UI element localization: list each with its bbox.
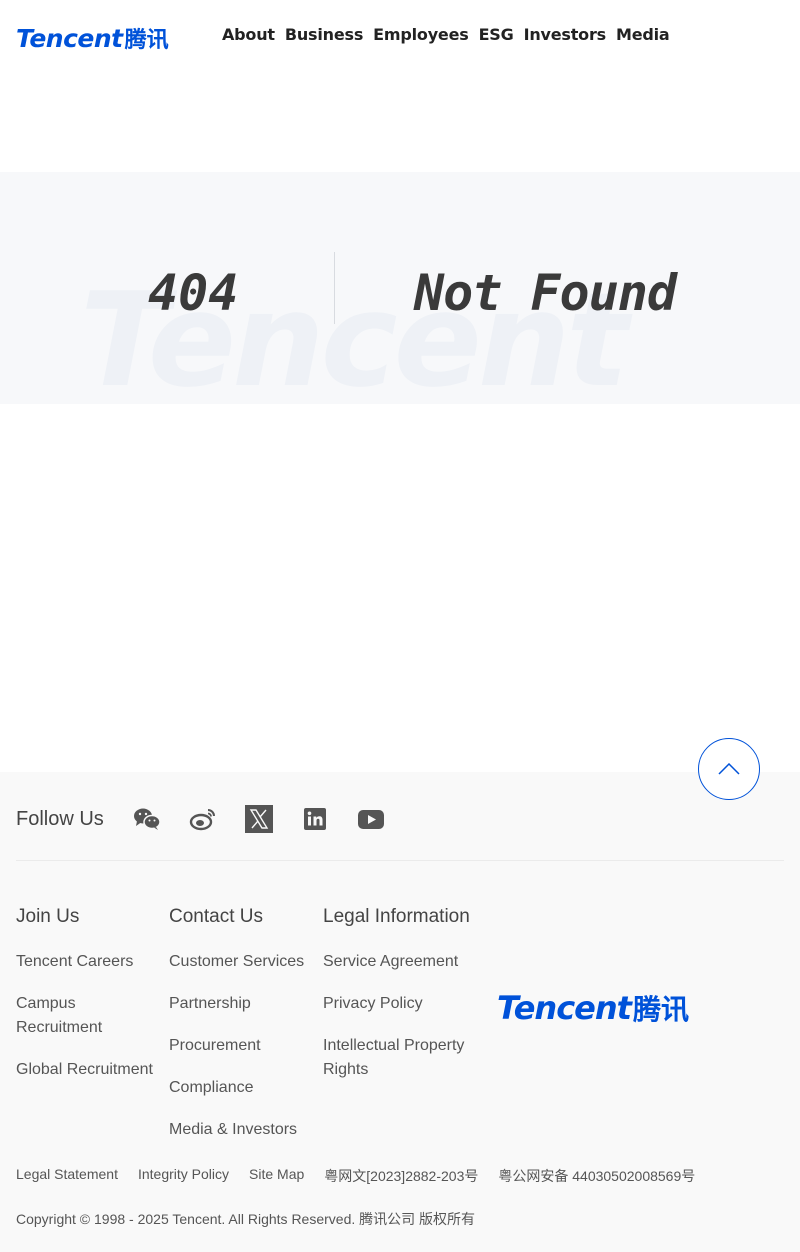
nav-investors[interactable]: Investors bbox=[524, 25, 607, 44]
footer-link-campus-recruitment[interactable]: Campus Recruitment bbox=[16, 992, 166, 1040]
footer-link-compliance[interactable]: Compliance bbox=[169, 1076, 319, 1100]
site-footer: Follow Us Join Us Tencent Careers Campus… bbox=[0, 772, 800, 1252]
legal-links-bar: Legal Statement Integrity Policy Site Ma… bbox=[16, 1166, 695, 1186]
footer-link-customer-services[interactable]: Customer Services bbox=[169, 950, 319, 974]
weibo-icon[interactable] bbox=[188, 804, 218, 834]
back-to-top-button[interactable] bbox=[698, 738, 760, 800]
icp-license-link[interactable]: 粤网文[2023]2882-203号 bbox=[324, 1166, 478, 1186]
footer-link-service-agreement[interactable]: Service Agreement bbox=[323, 950, 483, 974]
youtube-icon[interactable] bbox=[356, 804, 386, 834]
footer-tencent-logo: Tencent 腾讯 bbox=[497, 988, 689, 1028]
follow-us-label: Follow Us bbox=[16, 808, 104, 830]
footer-column-legal-information: Legal Information Service Agreement Priv… bbox=[323, 902, 483, 1082]
public-security-record-link[interactable]: 粤公网安备 44030502008569号 bbox=[498, 1166, 695, 1186]
nav-about[interactable]: About bbox=[222, 25, 275, 44]
footer-logo-text-en: Tencent bbox=[497, 989, 632, 1027]
error-code: 404 bbox=[148, 264, 239, 322]
not-found-banner: Tencent 404 Not Found bbox=[0, 172, 800, 404]
linkedin-icon[interactable] bbox=[300, 804, 330, 834]
footer-link-procurement[interactable]: Procurement bbox=[169, 1034, 319, 1058]
nav-employees[interactable]: Employees bbox=[373, 25, 469, 44]
logo-text-cn: 腾讯 bbox=[124, 28, 169, 53]
footer-link-privacy-policy[interactable]: Privacy Policy bbox=[323, 992, 483, 1016]
footer-link-intellectual-property[interactable]: Intellectual Property Rights bbox=[323, 1034, 483, 1082]
legal-statement-link[interactable]: Legal Statement bbox=[16, 1166, 118, 1186]
error-message: Not Found bbox=[414, 264, 677, 322]
footer-link-global-recruitment[interactable]: Global Recruitment bbox=[16, 1058, 166, 1082]
site-map-link[interactable]: Site Map bbox=[249, 1166, 304, 1186]
error-divider bbox=[334, 252, 335, 324]
column-title: Legal Information bbox=[323, 906, 470, 927]
chevron-up-icon bbox=[718, 763, 740, 775]
nav-media[interactable]: Media bbox=[616, 25, 670, 44]
footer-link-media-investors[interactable]: Media & Investors bbox=[169, 1118, 319, 1142]
integrity-policy-link[interactable]: Integrity Policy bbox=[138, 1166, 229, 1186]
column-title: Contact Us bbox=[169, 906, 263, 927]
copyright-text: Copyright © 1998 - 2025 Tencent. All Rig… bbox=[16, 1211, 476, 1227]
tencent-logo[interactable]: Tencent 腾讯 bbox=[16, 22, 169, 54]
wechat-icon[interactable] bbox=[132, 804, 162, 834]
footer-column-contact-us: Contact Us Customer Services Partnership… bbox=[169, 902, 319, 1142]
site-header: Tencent 腾讯 About Business Employees ESG … bbox=[0, 0, 800, 72]
logo-text-en: Tencent bbox=[16, 24, 123, 53]
main-nav: About Business Employees ESG Investors M… bbox=[222, 25, 670, 44]
footer-link-partnership[interactable]: Partnership bbox=[169, 992, 319, 1016]
footer-divider bbox=[16, 860, 784, 861]
footer-link-tencent-careers[interactable]: Tencent Careers bbox=[16, 950, 166, 974]
nav-esg[interactable]: ESG bbox=[479, 25, 514, 44]
footer-column-join-us: Join Us Tencent Careers Campus Recruitme… bbox=[16, 902, 166, 1082]
x-icon[interactable] bbox=[244, 804, 274, 834]
nav-business[interactable]: Business bbox=[285, 25, 363, 44]
column-title: Join Us bbox=[16, 906, 80, 927]
footer-logo-text-cn: 腾讯 bbox=[632, 993, 689, 1026]
